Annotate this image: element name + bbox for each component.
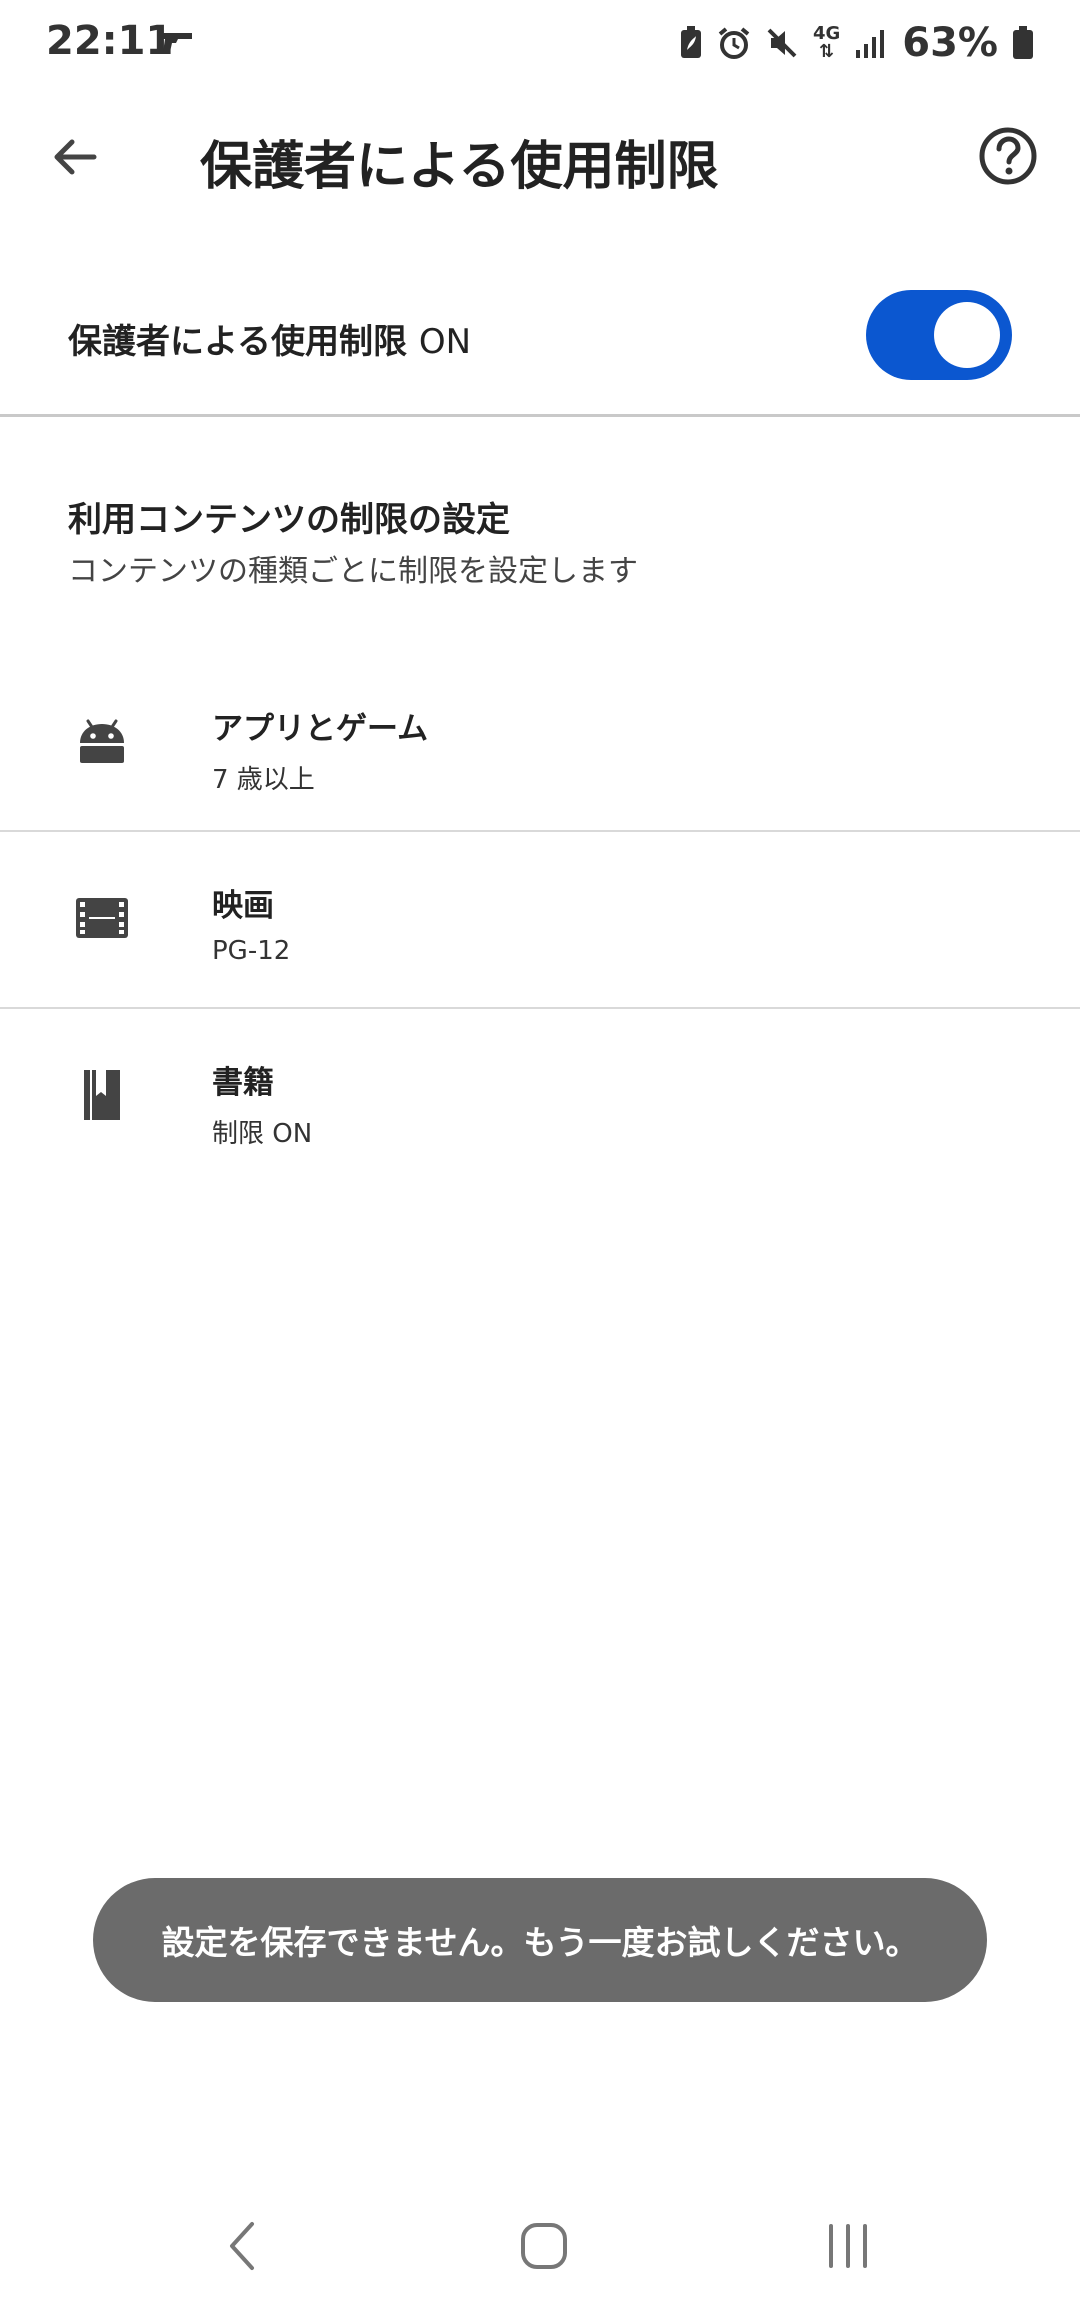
switch-knob <box>934 302 1000 368</box>
page-title: 保護者による使用制限 <box>200 137 719 197</box>
list-item-title: 書籍 <box>212 1065 274 1101</box>
arrow-back-icon <box>54 139 97 175</box>
alarm-icon <box>717 26 751 60</box>
battery-saver-icon <box>679 26 703 60</box>
help-button[interactable] <box>972 120 1044 192</box>
android-icon <box>68 707 136 775</box>
list-item-value: 7 歳以上 <box>212 765 315 795</box>
nav-back-icon <box>230 2222 254 2270</box>
mute-icon <box>765 26 799 60</box>
list-item-title: アプリとゲーム <box>212 711 429 747</box>
status-time: 22:11 <box>46 18 174 64</box>
parental-controls-switch[interactable] <box>866 290 1012 380</box>
gun-icon <box>156 30 194 58</box>
section-title: 利用コンテンツの制限の設定 <box>68 500 510 540</box>
list-item-apps-games[interactable]: アプリとゲーム 7 歳以上 <box>0 655 1080 831</box>
help-circle-icon <box>979 127 1037 185</box>
nav-home-icon <box>521 2223 567 2269</box>
parental-controls-label-text: 保護者による使用制限 <box>68 322 407 362</box>
list-item-books[interactable]: 書籍 制限 ON <box>0 1009 1080 1185</box>
network-type-label: 4G <box>812 23 841 44</box>
network-type-icon: 4G ⇅ <box>812 23 841 62</box>
parental-controls-toggle-row[interactable]: 保護者による使用制限 ON <box>0 262 1080 414</box>
status-bar: 22:11 4G ⇅ 63% <box>0 0 1080 94</box>
nav-recents-icon <box>829 2224 867 2268</box>
film-icon <box>68 884 136 952</box>
list-item-movies[interactable]: 映画 PG-12 <box>0 832 1080 1008</box>
book-icon <box>68 1061 136 1129</box>
list-item-value: PG-12 <box>212 936 291 966</box>
divider <box>0 414 1080 417</box>
nav-home-button[interactable] <box>494 2216 594 2276</box>
parental-controls-label: 保護者による使用制限 ON <box>68 314 471 363</box>
error-snackbar: 設定を保存できません。もう一度お試しください。 <box>93 1878 987 2002</box>
nav-back-button[interactable] <box>192 2216 292 2276</box>
signal-icon <box>854 28 885 58</box>
app-bar: 保護者による使用制限 <box>0 100 1080 210</box>
battery-percent: 63% <box>902 20 998 66</box>
navigation-bar <box>0 2196 1080 2316</box>
list-item-title: 映画 <box>212 888 274 924</box>
snackbar-message: 設定を保存できません。もう一度お試しください。 <box>161 1923 919 1962</box>
section-subtitle: コンテンツの種類ごとに制限を設定します <box>68 554 638 589</box>
status-icons: 4G ⇅ 63% <box>679 20 1034 66</box>
back-button[interactable] <box>40 122 110 192</box>
parental-controls-state: ON <box>418 322 472 362</box>
nav-recents-button[interactable] <box>798 2216 898 2276</box>
list-item-value: 制限 ON <box>212 1119 313 1149</box>
battery-icon <box>1012 26 1034 60</box>
